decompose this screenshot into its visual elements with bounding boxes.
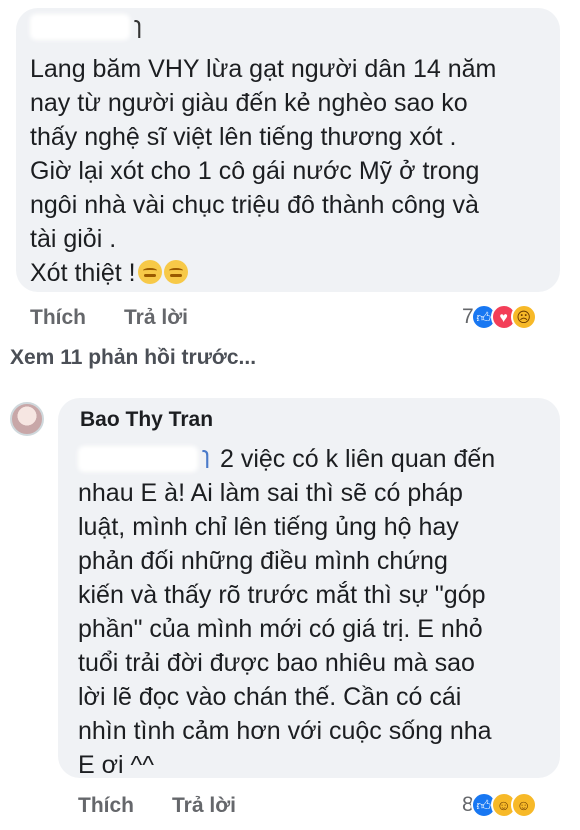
reply-line: phản đối những điều mình chứng [78, 547, 448, 575]
comment-line: Giờ lại xót cho 1 cô gái nước Mỹ ở trong [30, 157, 480, 185]
reply-line: E ơi ^^ [78, 751, 154, 779]
reactions[interactable]: 8 👍︎ ☺ ☺ [462, 791, 537, 819]
reply-line: kiến và thấy rõ trước mắt thì sự "góp [78, 581, 486, 609]
reply-line: 2 việc có k liên quan đến [220, 445, 496, 473]
reply-line: nhìn tình cảm hơn với cuộc sống nha [78, 717, 492, 745]
reply-button[interactable]: Trả lời [124, 306, 188, 330]
redacted-name-tail: ɿ [134, 12, 142, 39]
relieved-face-emoji [163, 260, 188, 284]
comment-text: Lang băm VHY lừa gạt người dân 14 năm na… [30, 52, 496, 290]
comment-line-last: Xót thiệt ! [30, 256, 496, 290]
like-button[interactable]: Thích [78, 794, 134, 818]
comment-line: tài giỏi . [30, 225, 117, 253]
relieved-face-emoji [137, 260, 162, 284]
reply-line: phần" của mình mới có giá trị. E nhỏ [78, 615, 483, 643]
author-name[interactable]: Bao Thy Tran [80, 408, 213, 432]
sad-face-icon: ☹ [510, 304, 537, 330]
comment-line: ngôi nhà vài chục triệu đô thành công và [30, 191, 479, 219]
comment-line-text: Xót thiệt ! [30, 259, 136, 287]
reply-line: lời lẽ đọc vào chán thế. Cần có cái [78, 683, 462, 711]
comment-line: Lang băm VHY lừa gạt người dân 14 năm [30, 55, 497, 83]
reactions[interactable]: 7 👍︎ ♥ ☹ [462, 303, 537, 331]
reply-line: luật, mình chỉ lên tiếng ủng hộ hay [78, 513, 459, 541]
reply-button[interactable]: Trả lời [172, 794, 236, 818]
like-button[interactable]: Thích [30, 306, 86, 330]
avatar[interactable] [10, 402, 44, 436]
see-previous-replies-link[interactable]: Xem 11 phản hồi trước... [10, 346, 256, 370]
care-face-icon: ☺ [510, 792, 537, 818]
reply-text: 2 việc có k liên quan đến nhau E à! Ai l… [78, 442, 495, 782]
reply-line: tuổi trải đời được bao nhiêu mà sao [78, 649, 475, 677]
comment-line: nay từ người giàu đến kẻ nghèo sao ko [30, 89, 468, 117]
redacted-name [30, 14, 130, 40]
comment-line: thấy nghệ sĩ việt lên tiếng thương xót . [30, 123, 457, 151]
reply-line: nhau E à! Ai làm sai thì sẽ có pháp [78, 479, 463, 507]
